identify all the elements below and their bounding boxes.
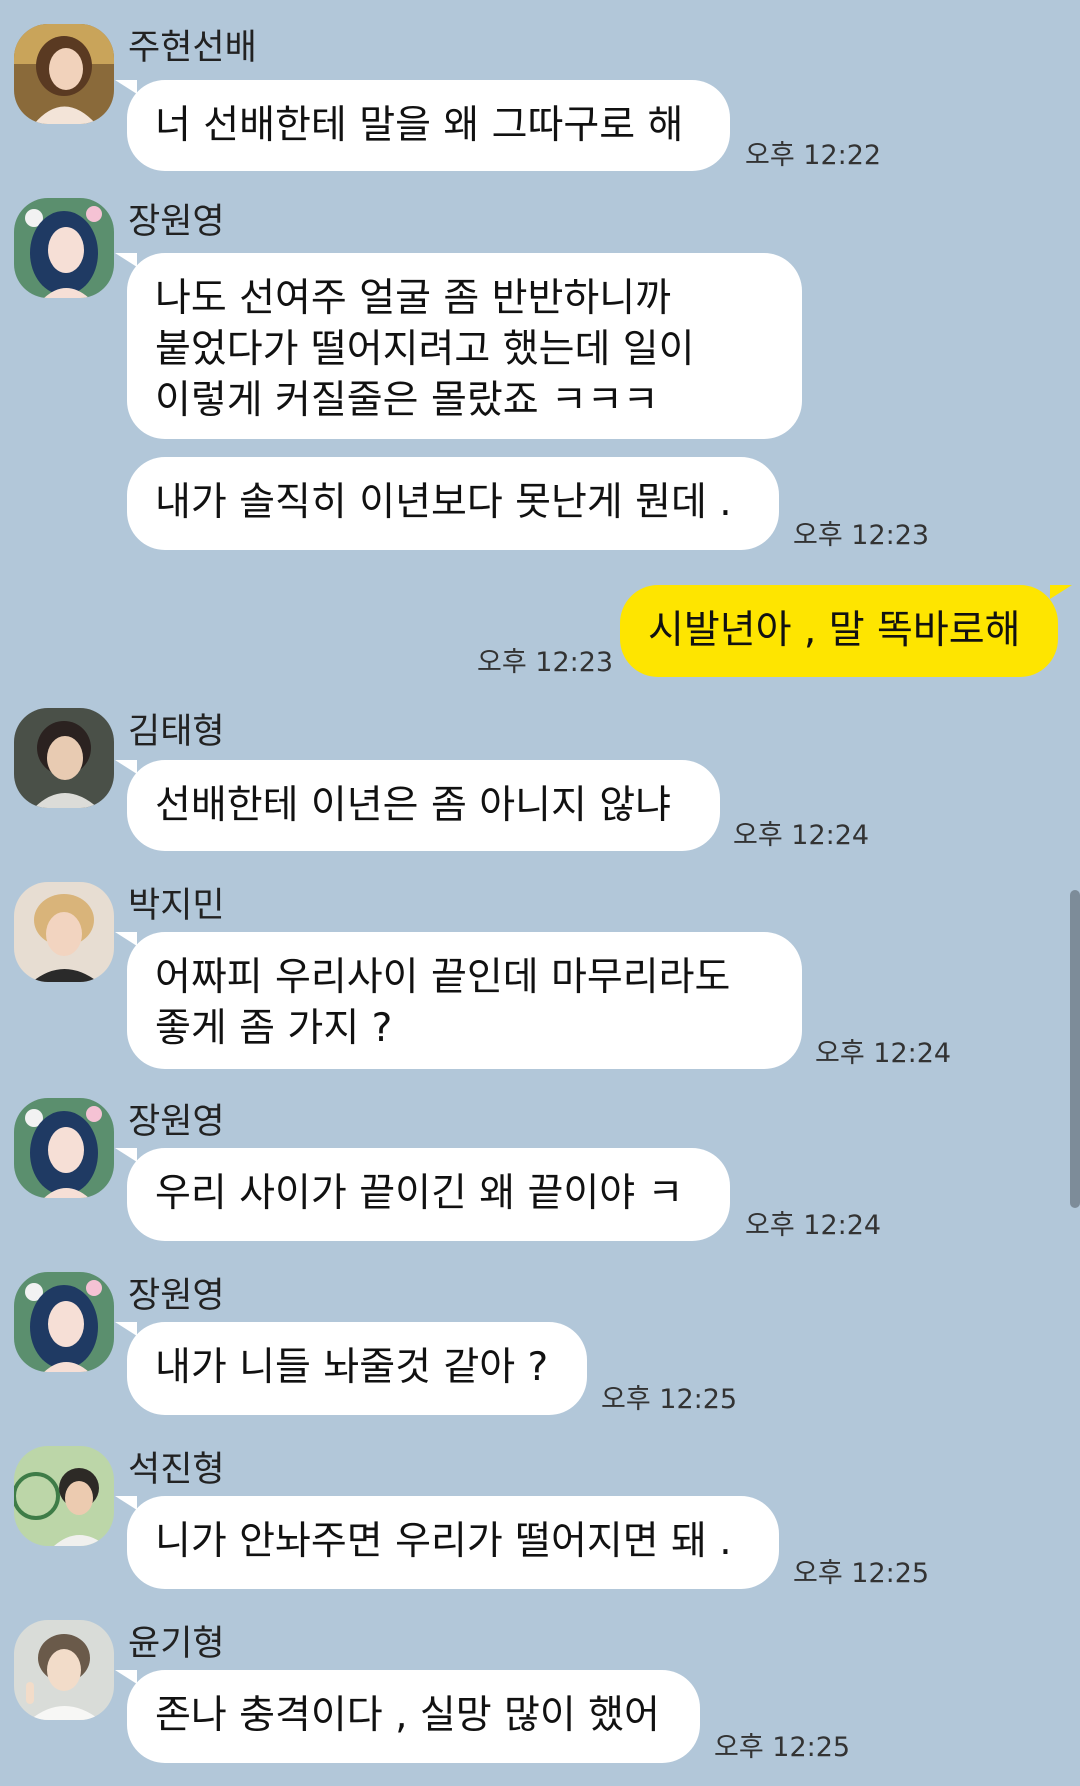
message-line: 우리 사이가 끝이긴 왜 끝이야 ㅋ	[155, 1171, 684, 1216]
message-timestamp: 오후 12:24	[815, 1038, 952, 1069]
message-bubble[interactable]: 니가 안놔주면 우리가 떨어지면 돼 .	[127, 1496, 779, 1589]
woman-portrait-avatar[interactable]	[14, 24, 114, 124]
message-line: 니가 안놔주면 우리가 떨어지면 돼 .	[155, 1519, 732, 1564]
sender-name: 김태형	[128, 712, 225, 752]
message-bubble[interactable]: 내가 솔직히 이년보다 못난게 뭔데 .	[127, 457, 779, 550]
sender-name: 장원영	[128, 1102, 225, 1142]
man-portrait-avatar[interactable]	[14, 708, 114, 808]
sender-name: 주현선배	[128, 28, 257, 68]
blue-hair-flower-avatar[interactable]	[14, 1272, 114, 1372]
message-line: 붙었다가 떨어지려고 했는데 일이	[155, 327, 695, 372]
blue-hair-flower-avatar[interactable]	[14, 1098, 114, 1198]
message-bubble[interactable]: 나도 선여주 얼굴 좀 반반하니까 붙었다가 떨어지려고 했는데 일이 이렇게 …	[127, 253, 802, 439]
bubble-tail	[115, 932, 137, 946]
blond-man-avatar[interactable]	[14, 882, 114, 982]
message-line: 좋게 좀 가지 ?	[155, 1006, 393, 1051]
message-timestamp: 오후 12:23	[793, 520, 930, 551]
bubble-tail	[115, 1148, 137, 1162]
message-line: 내가 니들 놔줄것 같아 ?	[155, 1345, 549, 1390]
message-bubble[interactable]: 내가 니들 놔줄것 같아 ?	[127, 1322, 587, 1415]
sender-name: 석진형	[128, 1450, 225, 1490]
message-bubble[interactable]: 너 선배한테 말을 왜 그따구로 해	[127, 80, 730, 171]
message-bubble[interactable]: 존나 충격이다 , 실망 많이 했어	[127, 1670, 700, 1763]
bubble-tail	[115, 1496, 137, 1510]
message-timestamp: 오후 12:25	[714, 1732, 851, 1763]
sender-name: 박지민	[128, 886, 225, 926]
message-timestamp: 오후 12:24	[733, 820, 870, 851]
message-line: 존나 충격이다 , 실망 많이 했어	[155, 1693, 660, 1738]
message-line: 선배한테 이년은 좀 아니지 않냐	[155, 783, 672, 828]
chat-area[interactable]: 주현선배 너 선배한테 말을 왜 그따구로 해 오후 12:22 장원영 나도 …	[0, 0, 1080, 1786]
tennis-man-avatar[interactable]	[14, 1446, 114, 1546]
bubble-tail	[115, 760, 137, 774]
message-line: 이렇게 커질줄은 몰랐죠 ㅋㅋㅋ	[155, 378, 659, 423]
message-bubble[interactable]: 선배한테 이년은 좀 아니지 않냐	[127, 760, 720, 851]
bubble-tail	[115, 1322, 137, 1336]
message-timestamp: 오후 12:24	[745, 1210, 882, 1241]
bubble-tail	[1050, 585, 1072, 599]
message-timestamp: 오후 12:23	[477, 647, 614, 678]
bubble-tail	[115, 253, 137, 267]
sender-name: 장원영	[128, 202, 225, 242]
message-timestamp: 오후 12:25	[601, 1384, 738, 1415]
bubble-tail	[115, 1670, 137, 1684]
sender-name: 장원영	[128, 1276, 225, 1316]
message-timestamp: 오후 12:25	[793, 1558, 930, 1589]
peace-sign-man-avatar[interactable]	[14, 1620, 114, 1720]
blue-hair-flower-avatar[interactable]	[14, 198, 114, 298]
message-line: 나도 선여주 얼굴 좀 반반하니까	[155, 276, 672, 321]
scrollbar[interactable]	[1070, 890, 1080, 1208]
message-timestamp: 오후 12:22	[745, 140, 882, 171]
my-message-bubble[interactable]: 시발년아 , 말 똑바로해	[620, 585, 1058, 677]
message-bubble[interactable]: 어짜피 우리사이 끝인데 마무리라도 좋게 좀 가지 ?	[127, 932, 802, 1069]
message-line: 어짜피 우리사이 끝인데 마무리라도	[155, 955, 731, 1000]
message-line: 시발년아 , 말 똑바로해	[648, 608, 1021, 653]
message-bubble[interactable]: 우리 사이가 끝이긴 왜 끝이야 ㅋ	[127, 1148, 730, 1241]
message-line: 내가 솔직히 이년보다 못난게 뭔데 .	[155, 480, 732, 525]
sender-name: 윤기형	[128, 1624, 225, 1664]
bubble-tail	[115, 80, 137, 94]
message-line: 너 선배한테 말을 왜 그따구로 해	[155, 103, 684, 148]
